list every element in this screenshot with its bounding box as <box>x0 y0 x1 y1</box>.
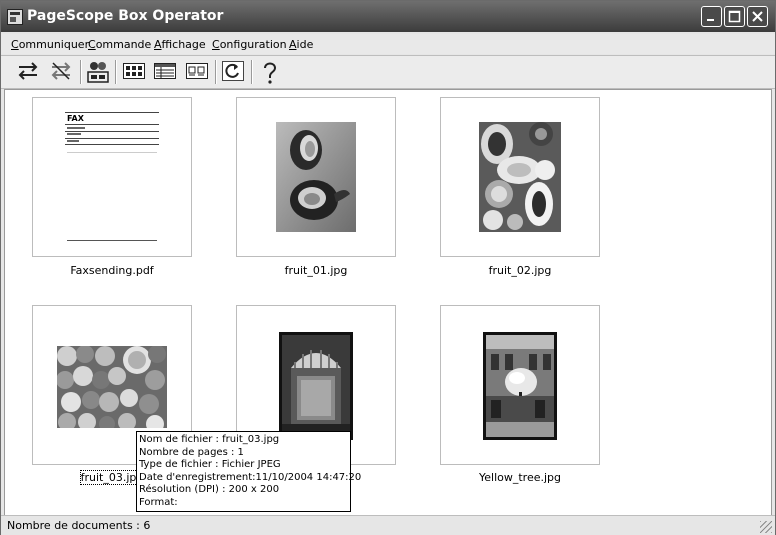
toolbar-separator <box>115 60 117 84</box>
file-thumbnail[interactable] <box>440 305 600 465</box>
app-icon <box>7 9 23 25</box>
toolbar-separator <box>80 60 82 84</box>
help-icon <box>264 62 277 84</box>
maximize-icon <box>728 10 741 23</box>
close-icon <box>752 11 763 22</box>
minimize-icon <box>707 19 714 21</box>
disconnect-button[interactable] <box>49 60 73 82</box>
menu-aide[interactable]: Aide <box>289 38 313 51</box>
maximize-button[interactable] <box>724 6 745 27</box>
image-preview <box>479 122 561 232</box>
refresh-icon <box>222 61 244 81</box>
tooltip-line: Format: <box>139 496 178 508</box>
image-preview <box>279 332 353 440</box>
fax-document-preview: FAX <box>65 112 159 242</box>
document-count: Nombre de documents : 6 <box>7 519 151 532</box>
toolbar-separator <box>251 60 253 84</box>
file-thumbnail[interactable] <box>440 97 600 257</box>
disconnect-icon <box>51 62 71 80</box>
menu-bar: Communiquer Commande Affichage Configura… <box>1 34 775 54</box>
tooltip-line: Nom de fichier : fruit_03.jpg <box>139 434 280 445</box>
image-preview <box>483 332 557 440</box>
list-view-button[interactable] <box>153 60 177 82</box>
file-name[interactable]: fruit_01.jpg <box>236 264 396 277</box>
resize-grip-icon[interactable] <box>760 521 772 533</box>
details-view-button[interactable] <box>185 60 209 82</box>
image-preview <box>57 346 167 428</box>
file-thumbnail[interactable]: FAX <box>32 97 192 257</box>
details-view-icon <box>186 63 208 79</box>
file-name[interactable]: Yellow_tree.jpg <box>440 471 600 484</box>
users-button[interactable] <box>86 60 110 83</box>
tooltip-line: Nombre de pages : 1 <box>139 446 244 458</box>
menu-affichage[interactable]: Affichage <box>154 38 206 51</box>
transfer-button[interactable] <box>16 60 40 82</box>
file-name[interactable]: fruit_02.jpg <box>440 264 600 277</box>
status-bar: Nombre de documents : 6 <box>1 515 775 535</box>
file-view[interactable]: FAX Faxsending.pdf fruit_01.jpg fruit_02… <box>4 89 772 517</box>
large-icons-view-icon <box>123 63 145 79</box>
app-window: PageScope Box Operator Communiquer Comma… <box>0 0 776 535</box>
file-info-tooltip: Nom de fichier : fruit_03.jpg Nombre de … <box>136 431 362 512</box>
menu-commande[interactable]: Commande <box>88 38 151 51</box>
menu-communiquer[interactable]: Communiquer <box>11 38 89 51</box>
refresh-button[interactable] <box>221 60 245 82</box>
fax-header: FAX <box>67 114 84 123</box>
image-preview <box>276 122 356 232</box>
file-name[interactable]: Faxsending.pdf <box>32 264 192 277</box>
menu-configuration[interactable]: Configuration <box>212 38 287 51</box>
tooltip-line: Date d'enregistrement:11/10/2004 14:47:2… <box>139 471 362 483</box>
transfer-icon <box>18 62 38 80</box>
toolbar-separator <box>215 60 217 84</box>
close-button[interactable] <box>747 6 768 27</box>
users-icon <box>87 62 109 83</box>
file-thumbnail[interactable] <box>236 97 396 257</box>
help-button[interactable] <box>258 60 282 84</box>
window-title: PageScope Box Operator <box>27 8 224 24</box>
tooltip-line: Résolution (DPI) : 200 x 200 <box>139 484 280 495</box>
toolbar <box>1 55 775 89</box>
title-bar[interactable]: PageScope Box Operator <box>1 1 775 32</box>
minimize-button[interactable] <box>701 6 722 27</box>
large-icons-view-button[interactable] <box>122 60 146 82</box>
tooltip-line: Type de fichier : Fichier JPEG <box>139 459 281 470</box>
list-view-icon <box>154 63 176 79</box>
